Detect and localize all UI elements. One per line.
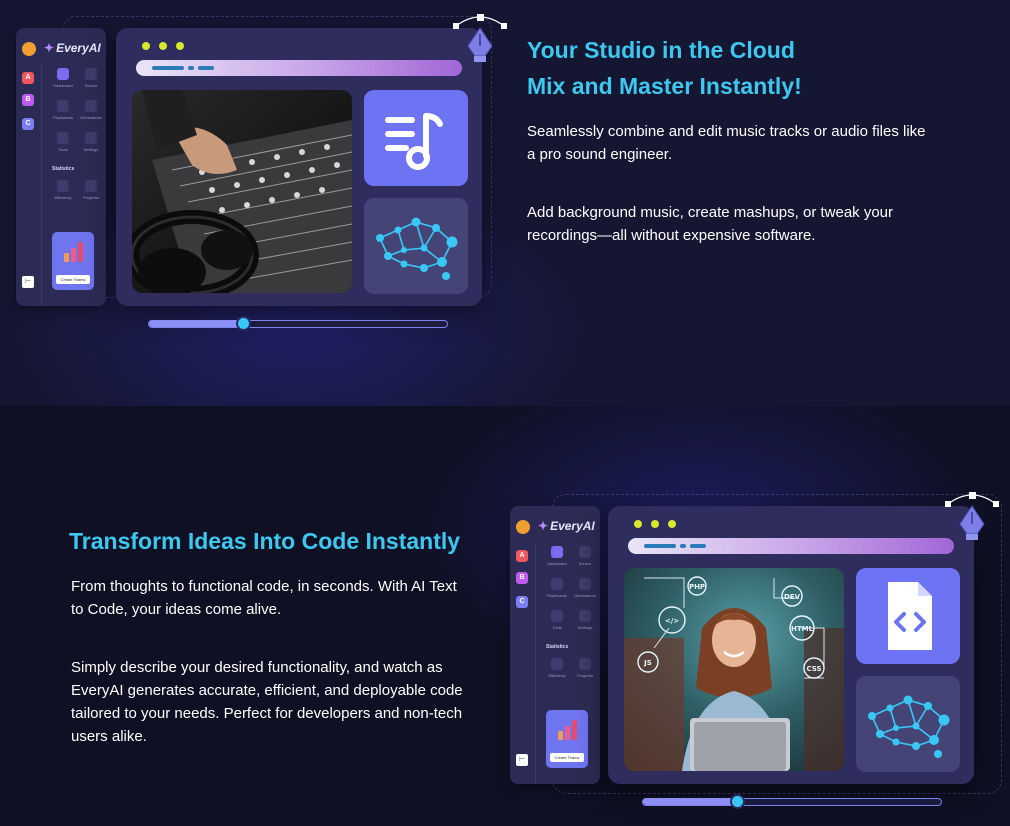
slider-fill bbox=[149, 320, 245, 327]
code-tag-css: CSS bbox=[806, 665, 821, 673]
statistics-label: Statistics bbox=[52, 166, 75, 172]
developer-photo: PHP DEV HTML JS CSS </> bbox=[624, 568, 844, 771]
code-paragraph-1: From thoughts to functional code, in sec… bbox=[71, 578, 457, 618]
window-dot[interactable] bbox=[634, 520, 642, 528]
pen-tool-icon bbox=[453, 14, 507, 62]
code-tag-js: JS bbox=[643, 659, 652, 667]
rail-button-c[interactable]: C bbox=[516, 596, 528, 608]
nav-tools[interactable]: Tools bbox=[50, 132, 76, 152]
code-tag-php: PHP bbox=[689, 583, 705, 591]
studio-heading: Your Studio in the Cloud Mix and Master … bbox=[527, 32, 802, 104]
studio-paragraph-2: Add background music, create mashups, or… bbox=[527, 204, 894, 244]
code-heading: Transform Ideas Into Code Instantly bbox=[69, 528, 461, 554]
stat-efficiency[interactable]: Efficiency bbox=[50, 180, 76, 200]
brand-name: EveryAI bbox=[56, 41, 101, 55]
code-tag-html: HTML bbox=[791, 625, 814, 633]
rail-button-a[interactable]: A bbox=[516, 550, 528, 562]
code-tag-dev: DEV bbox=[784, 593, 801, 601]
window-dot[interactable] bbox=[142, 42, 150, 50]
app-sidebar: ✦ EveryAI A B C ⊢ Dashboard Source Playbo… bbox=[510, 506, 600, 784]
avatar[interactable] bbox=[516, 520, 530, 534]
slider-fill bbox=[643, 798, 739, 805]
nav-tools[interactable]: Tools bbox=[544, 610, 570, 630]
studio-heading-line-1: Your Studio in the Cloud bbox=[527, 37, 795, 63]
bar-chart-icon bbox=[64, 242, 84, 262]
nav-dashboard[interactable]: Dashboard bbox=[50, 68, 76, 88]
window-controls bbox=[634, 520, 676, 528]
code-tag-brackets: </> bbox=[665, 617, 679, 625]
brand-logo: ✦ EveryAI bbox=[538, 519, 595, 533]
studio-heading-line-2: Mix and Master Instantly! bbox=[527, 73, 802, 99]
promo-card: Create Teams bbox=[52, 232, 94, 290]
nav-playboards[interactable]: Playboards bbox=[544, 578, 570, 598]
code-file-icon bbox=[888, 582, 932, 650]
sidebar-rail: A B C ⊢ bbox=[510, 542, 536, 784]
address-bar[interactable] bbox=[628, 538, 954, 554]
app-sidebar: ✦ EveryAI A B C ⊢ Dashboard Source Playbo… bbox=[16, 28, 106, 306]
code-paragraph-2: Simply describe your desired functionali… bbox=[71, 659, 463, 745]
brand-name: EveryAI bbox=[550, 519, 595, 533]
studio-paragraph-1: Seamlessly combine and edit music tracks… bbox=[527, 123, 926, 163]
window-controls bbox=[142, 42, 184, 50]
nav-settings[interactable]: Settings bbox=[572, 610, 598, 630]
pen-tool-icon bbox=[945, 492, 999, 540]
code-slider[interactable] bbox=[642, 794, 942, 809]
slider-knob[interactable] bbox=[730, 794, 746, 809]
rail-button-b[interactable]: B bbox=[516, 572, 528, 584]
studio-window bbox=[116, 28, 482, 306]
window-dot[interactable] bbox=[176, 42, 184, 50]
nav-generations[interactable]: Generations bbox=[572, 578, 598, 598]
slider-knob[interactable] bbox=[236, 316, 252, 331]
code-tile[interactable] bbox=[856, 568, 960, 664]
create-teams-button[interactable]: Create Teams bbox=[56, 275, 90, 284]
address-bar[interactable] bbox=[136, 60, 462, 76]
nav-dashboard[interactable]: Dashboard bbox=[544, 546, 570, 566]
bar-chart-icon bbox=[558, 720, 578, 740]
logout-icon[interactable]: ⊢ bbox=[516, 754, 528, 766]
rail-button-c[interactable]: C bbox=[22, 118, 34, 130]
neural-network-icon bbox=[868, 695, 950, 758]
sidebar-rail: A B C ⊢ bbox=[16, 64, 42, 306]
neural-network-icon bbox=[376, 217, 458, 280]
music-tile[interactable] bbox=[364, 90, 468, 186]
nav-source[interactable]: Source bbox=[78, 68, 104, 88]
rail-button-a[interactable]: A bbox=[22, 72, 34, 84]
brand-logo: ✦ EveryAI bbox=[44, 41, 101, 55]
create-teams-button[interactable]: Create Teams bbox=[550, 753, 584, 762]
network-tile[interactable] bbox=[856, 676, 960, 772]
network-tile[interactable] bbox=[364, 198, 468, 294]
window-dot[interactable] bbox=[651, 520, 659, 528]
nav-generations[interactable]: Generations bbox=[78, 100, 104, 120]
window-dot[interactable] bbox=[668, 520, 676, 528]
code-app-mockup: ✦ EveryAI A B C ⊢ Dashboard Source Playbo… bbox=[500, 406, 1010, 826]
code-window: PHP DEV HTML JS CSS </> bbox=[608, 506, 974, 784]
window-dot[interactable] bbox=[159, 42, 167, 50]
statistics-label: Statistics bbox=[546, 644, 569, 650]
nav-source[interactable]: Source bbox=[572, 546, 598, 566]
mixing-console-photo bbox=[132, 90, 352, 293]
nav-settings[interactable]: Settings bbox=[78, 132, 104, 152]
rail-button-b[interactable]: B bbox=[22, 94, 34, 106]
music-note-list-icon bbox=[385, 113, 443, 170]
studio-slider[interactable] bbox=[148, 316, 448, 331]
logout-icon[interactable]: ⊢ bbox=[22, 276, 34, 288]
stat-progress[interactable]: Progress bbox=[572, 658, 598, 678]
code-section: Transform Ideas Into Code Instantly From… bbox=[0, 406, 1010, 826]
stat-progress[interactable]: Progress bbox=[78, 180, 104, 200]
nav-playboards[interactable]: Playboards bbox=[50, 100, 76, 120]
avatar[interactable] bbox=[22, 42, 36, 56]
studio-app-mockup: ✦ EveryAI A B C ⊢ Dashboard Source Playbo… bbox=[0, 0, 520, 406]
stat-efficiency[interactable]: Efficiency bbox=[544, 658, 570, 678]
studio-section: ✦ EveryAI A B C ⊢ Dashboard Source Playbo… bbox=[0, 0, 1010, 406]
promo-card: Create Teams bbox=[546, 710, 588, 768]
